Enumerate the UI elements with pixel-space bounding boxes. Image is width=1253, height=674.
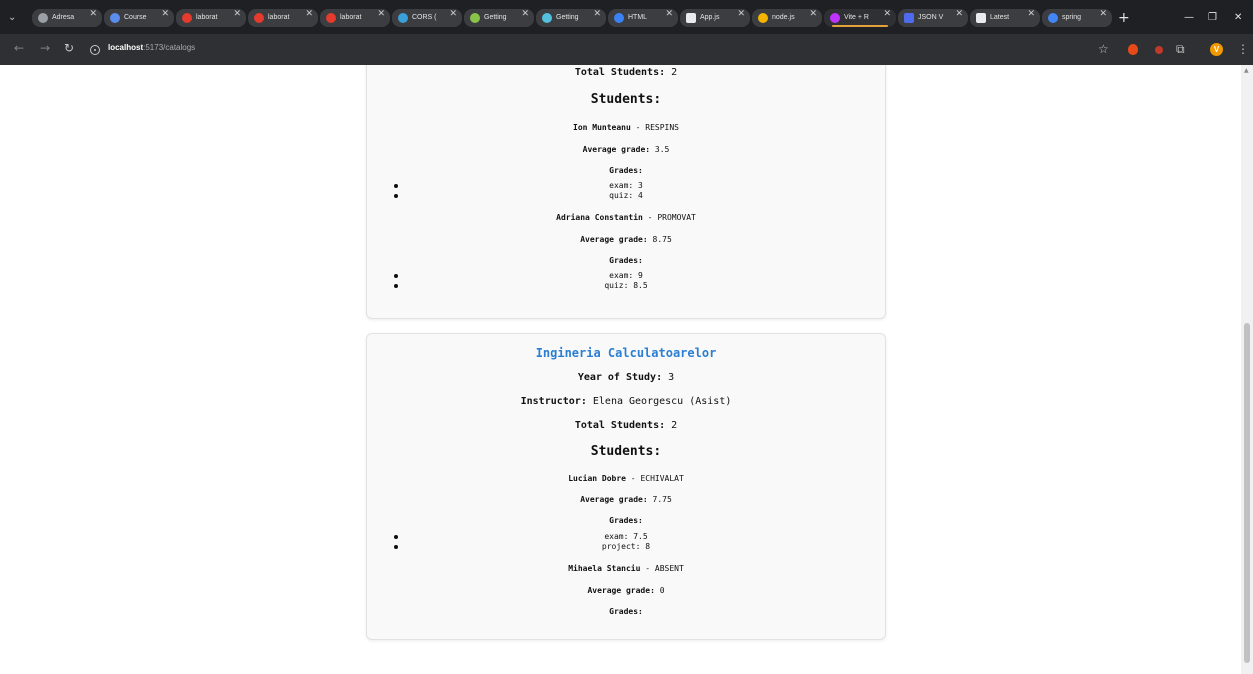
tab-json-viewer[interactable]: JSON V ✕ <box>898 9 968 27</box>
tab-strip: ⌄ Adresa ✕ Course ✕ laborat ✕ laborat ✕ … <box>0 0 1253 34</box>
tab-html[interactable]: HTML ✕ <box>608 9 678 27</box>
menu-icon[interactable]: ⋮ <box>1237 42 1249 56</box>
avatar[interactable]: V <box>1210 43 1223 56</box>
page-scrollbar[interactable]: ▲ <box>1241 65 1253 674</box>
grades-label: Grades: <box>609 516 643 525</box>
catalog-card: Total Students: 2 Students: Ion Munteanu… <box>366 65 886 319</box>
tab-vite-react[interactable]: Vite + R ✕ <box>824 9 896 27</box>
close-icon[interactable]: ✕ <box>1099 9 1107 19</box>
forward-icon[interactable]: → <box>40 41 50 55</box>
tab-cors[interactable]: CORS ( ✕ <box>392 9 462 27</box>
google-icon <box>1048 13 1058 23</box>
url-path: :5173/catalogs <box>143 43 196 52</box>
globe-icon <box>38 13 48 23</box>
student-name: Lucian Dobre - ECHIVALAT <box>568 474 684 483</box>
tab-getting-started-2[interactable]: Getting ✕ <box>536 9 606 27</box>
file-icon <box>686 13 696 23</box>
close-icon[interactable]: ✕ <box>883 9 891 19</box>
year-of-study: Year of Study: 3 <box>577 372 675 383</box>
students-heading: Students: <box>590 92 662 107</box>
grades-label: Grades: <box>609 166 643 175</box>
close-icon[interactable]: ✕ <box>1027 9 1035 19</box>
new-tab-icon[interactable]: + <box>1118 10 1130 26</box>
tab-search-dropdown-icon[interactable]: ⌄ <box>8 12 20 24</box>
tab-spring[interactable]: spring ✕ <box>1042 9 1112 27</box>
restore-icon[interactable]: ❐ <box>1208 12 1217 23</box>
average-grade: Average grade: 8.75 <box>580 235 672 244</box>
html-icon <box>614 13 624 23</box>
extension-icon[interactable] <box>1128 44 1138 55</box>
students-heading: Students: <box>590 444 662 459</box>
average-grade: Average grade: 0 <box>587 586 665 595</box>
tab-app-js[interactable]: App.js ✕ <box>680 9 750 27</box>
grade-item: exam: 3 <box>609 181 643 190</box>
grade-item: exam: 9 <box>609 271 643 280</box>
pdf-icon <box>254 13 264 23</box>
tab-course[interactable]: Course ✕ <box>104 9 174 27</box>
close-icon[interactable]: ✕ <box>305 9 313 19</box>
grade-item: exam: 7.5 <box>604 532 648 541</box>
shield-icon <box>976 13 986 23</box>
back-icon[interactable]: ← <box>14 41 24 55</box>
scroll-up-arrow-icon[interactable]: ▲ <box>1244 67 1249 74</box>
extension-icon[interactable] <box>1155 46 1163 54</box>
average-grade: Average grade: 7.75 <box>580 495 672 504</box>
close-icon[interactable]: ✕ <box>737 9 745 19</box>
reload-icon[interactable]: ↻ <box>64 41 74 55</box>
instructor: Instructor: Elena Georgescu (Asist) <box>520 396 732 407</box>
tab-nodejs[interactable]: node.js ✕ <box>752 9 822 27</box>
close-icon[interactable]: ✕ <box>809 9 817 19</box>
close-icon[interactable]: ✕ <box>161 9 169 19</box>
grades-label: Grades: <box>609 256 643 265</box>
total-students: Total Students: 2 <box>574 420 678 431</box>
minimize-icon[interactable]: — <box>1184 12 1194 23</box>
page-viewport: Total Students: 2 Students: Ion Munteanu… <box>0 65 1241 674</box>
grades-label: Grades: <box>609 607 643 616</box>
grade-item: quiz: 4 <box>609 191 643 200</box>
close-icon[interactable]: ✕ <box>89 9 97 19</box>
json-icon <box>904 13 914 23</box>
close-icon[interactable]: ✕ <box>377 9 385 19</box>
bookmark-star-icon[interactable]: ☆ <box>1098 42 1109 56</box>
close-icon[interactable]: ✕ <box>449 9 457 19</box>
react-icon <box>542 13 552 23</box>
url-host: localhost <box>108 43 144 52</box>
student-name: Adriana Constantin - PROMOVAT <box>556 213 696 222</box>
vite-icon <box>830 13 840 23</box>
catalog-card: Ingineria Calculatoarelor Year of Study:… <box>366 333 886 640</box>
pdf-icon <box>326 13 336 23</box>
close-icon[interactable]: ✕ <box>955 9 963 19</box>
close-window-icon[interactable]: ✕ <box>1234 12 1242 23</box>
student-name: Ion Munteanu - RESPINS <box>573 123 679 132</box>
average-grade: Average grade: 3.5 <box>582 145 670 154</box>
course-icon <box>110 13 120 23</box>
close-icon[interactable]: ✕ <box>665 9 673 19</box>
docs-icon <box>470 13 480 23</box>
close-icon[interactable]: ✕ <box>521 9 529 19</box>
tab-laborator-2[interactable]: laborat ✕ <box>248 9 318 27</box>
scrollbar-thumb[interactable] <box>1244 323 1250 663</box>
browser-toolbar: ← → ↻ localhost:5173/catalogs ☆ ⧉ V ⋮ <box>0 34 1253 65</box>
total-students: Total Students: 2 <box>574 67 678 78</box>
site-info-icon[interactable] <box>90 45 100 55</box>
node-icon <box>758 13 768 23</box>
close-icon[interactable]: ✕ <box>233 9 241 19</box>
puzzle-icon[interactable]: ⧉ <box>1176 42 1185 57</box>
grade-item: quiz: 8.5 <box>604 281 648 290</box>
tab-laborator-3[interactable]: laborat ✕ <box>320 9 390 27</box>
address-bar[interactable]: localhost:5173/catalogs <box>108 43 195 52</box>
pdf-icon <box>182 13 192 23</box>
tab-getting-started-1[interactable]: Getting ✕ <box>464 9 534 27</box>
student-name: Mihaela Stanciu - ABSENT <box>568 564 684 573</box>
tab-adresa[interactable]: Adresa ✕ <box>32 9 102 27</box>
cors-icon <box>398 13 408 23</box>
tab-laborator-1[interactable]: laborat ✕ <box>176 9 246 27</box>
grade-item: project: 8 <box>601 542 651 551</box>
catalog-title: Ingineria Calculatoarelor <box>535 346 717 360</box>
tab-latest[interactable]: Latest ✕ <box>970 9 1040 27</box>
close-icon[interactable]: ✕ <box>593 9 601 19</box>
